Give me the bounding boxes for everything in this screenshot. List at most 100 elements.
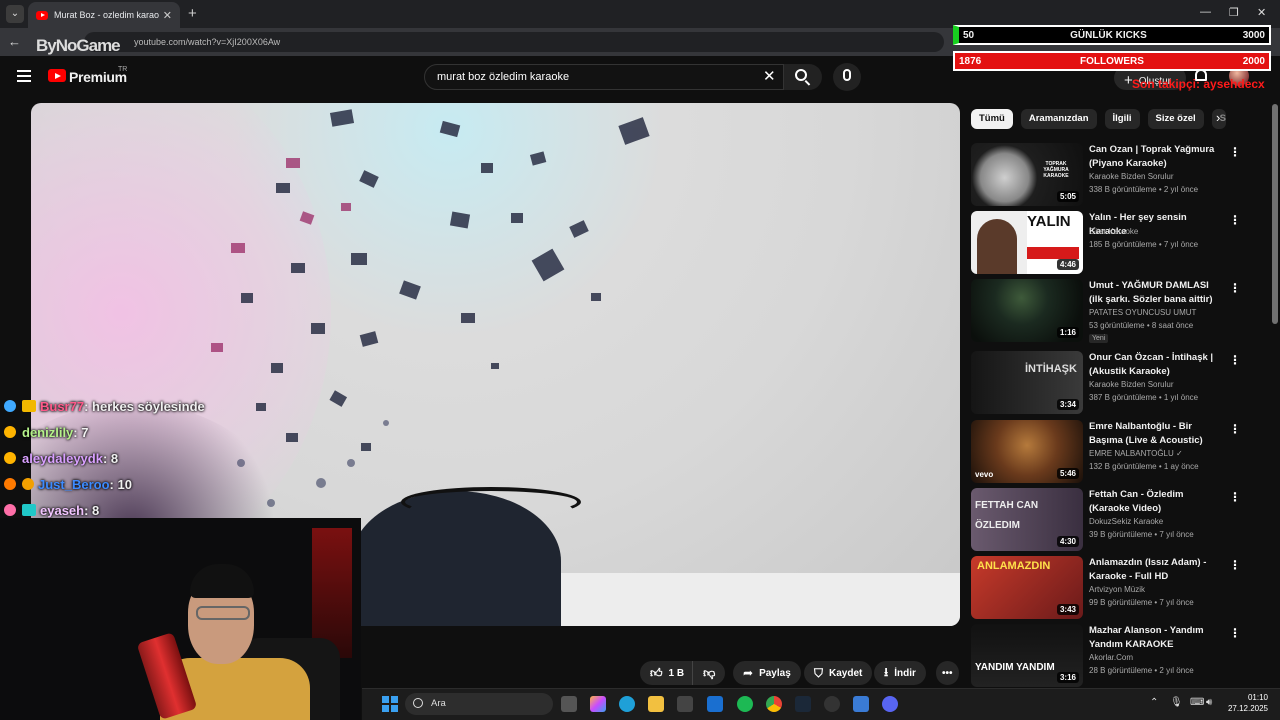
- recommendation-item[interactable]: YALIN 4:46 Yalın - Her şey sensin Karaok…: [971, 211, 1241, 275]
- chip-from-search[interactable]: Aramanızdan: [1020, 109, 1097, 129]
- thumbnail-caption: YALIN: [1027, 213, 1071, 230]
- video-title[interactable]: Mazhar Alanson - Yandım Yandım KARAOKE: [1089, 624, 1225, 651]
- tray-chevron-icon[interactable]: ⌃: [1150, 697, 1158, 708]
- tray-network-icon[interactable]: ⌨: [1190, 697, 1204, 708]
- thumbnail-caption: FETTAH CAN ÖZLEDIM: [975, 500, 1039, 531]
- app-icon[interactable]: [853, 696, 869, 712]
- last-follower-text: Son takipçi: aysehdecx: [1132, 77, 1265, 91]
- more-options-icon[interactable]: ⋮: [1229, 213, 1241, 227]
- copilot-icon[interactable]: [590, 696, 606, 712]
- page-scrollbar[interactable]: [1272, 104, 1278, 324]
- youtube-favicon-icon: [36, 10, 48, 20]
- browser-tab[interactable]: Murat Boz - ozledim karaoke - ✕: [28, 2, 180, 28]
- url-field[interactable]: youtube.com/watch?v=XjI200X06Aw: [84, 32, 944, 52]
- taskbar-clock[interactable]: 01:10 27.12.2025: [1222, 692, 1268, 714]
- new-tab-button[interactable]: +: [188, 5, 197, 22]
- video-title[interactable]: Umut - YAĞMUR DAMLASI (ilk şarkı. Sözler…: [1089, 279, 1225, 306]
- video-meta: 387 B görüntüleme • 1 yıl önce: [1089, 393, 1199, 402]
- youtube-logo-icon[interactable]: [48, 69, 66, 82]
- video-title[interactable]: Onur Can Özcan - İntihaşk | (Akustik Kar…: [1089, 351, 1225, 378]
- chip-for-you[interactable]: Size özel: [1147, 109, 1204, 129]
- channel-name[interactable]: Artvizyon Müzik: [1089, 585, 1145, 594]
- hamburger-menu-icon[interactable]: [17, 70, 31, 82]
- channel-name[interactable]: Gitar Karaoke: [1089, 227, 1138, 236]
- tab-title: Murat Boz - ozledim karaoke -: [54, 10, 159, 20]
- video-title[interactable]: Emre Nalbantoğlu - Bir Başıma (Live & Ac…: [1089, 420, 1225, 447]
- more-options-icon[interactable]: ⋮: [1229, 353, 1241, 367]
- task-view-icon[interactable]: [561, 696, 577, 712]
- video-meta: 28 B görüntüleme • 2 yıl önce: [1089, 666, 1194, 675]
- channel-name[interactable]: Akorlar.Com: [1089, 653, 1133, 662]
- chat-username: denizlily: [22, 424, 74, 440]
- channel-name[interactable]: PATATES OYUNCUSU UMUT: [1089, 308, 1196, 317]
- recommendation-item[interactable]: TOPRAK YAĞMURA KARAOKE 5:05 Can Ozan | T…: [971, 143, 1241, 207]
- video-title[interactable]: Can Ozan | Toprak Yağmura (Piyano Karaok…: [1089, 143, 1225, 170]
- channel-name[interactable]: EMRE NALBANTOĞLU ✓: [1089, 449, 1183, 458]
- recommendation-item[interactable]: İNTİHAŞK 3:34 Onur Can Özcan - İntihaşk …: [971, 351, 1241, 415]
- windows-start-icon[interactable]: [382, 696, 398, 712]
- dislike-button[interactable]: 👎︎: [692, 661, 726, 685]
- video-thumbnail[interactable]: TOPRAK YAĞMURA KARAOKE 5:05: [971, 143, 1083, 206]
- search-input[interactable]: murat boz özledim karaoke: [424, 64, 784, 90]
- video-thumbnail[interactable]: FETTAH CAN ÖZLEDIM 4:30: [971, 488, 1083, 551]
- video-thumbnail[interactable]: vevo 5:46: [971, 420, 1083, 483]
- more-options-icon[interactable]: ⋮: [1229, 145, 1241, 159]
- followers-label: FOLLOWERS: [1080, 55, 1144, 67]
- channel-name-text: EMRE NALBANTOĞLU: [1089, 449, 1174, 458]
- chat-message: eyaseh : 8: [4, 497, 205, 523]
- chevron-right-icon[interactable]: ›: [1216, 110, 1220, 125]
- file-explorer-icon[interactable]: [648, 696, 664, 712]
- discord-icon[interactable]: [882, 696, 898, 712]
- tray-mic-icon[interactable]: 🎙︎: [1170, 697, 1183, 708]
- tab-close-icon[interactable]: ✕: [163, 9, 172, 22]
- mail-icon[interactable]: [707, 696, 723, 712]
- like-button[interactable]: 👍︎ 1 B: [640, 661, 693, 685]
- video-thumbnail[interactable]: 1:16: [971, 279, 1083, 342]
- video-meta: 39 B görüntüleme • 7 yıl önce: [1089, 530, 1194, 539]
- droplet-icon: [4, 400, 16, 412]
- chip-related[interactable]: İlgili: [1104, 109, 1140, 129]
- spotify-icon[interactable]: [737, 696, 753, 712]
- recommendation-item[interactable]: ANLAMAZDIN 3:43 Anlamazdın (Issız Adam) …: [971, 556, 1241, 620]
- taskbar-search-box[interactable]: Ara: [405, 693, 553, 715]
- channel-name[interactable]: Karaoke Bizden Sorulur: [1089, 380, 1174, 389]
- video-title[interactable]: Fettah Can - Özledim (Karaoke Video): [1089, 488, 1225, 515]
- video-thumbnail[interactable]: YANDIM YANDIM 3:16: [971, 624, 1083, 687]
- video-thumbnail[interactable]: ANLAMAZDIN 3:43: [971, 556, 1083, 619]
- recommendation-item[interactable]: FETTAH CAN ÖZLEDIM 4:30 Fettah Can - Özl…: [971, 488, 1241, 552]
- more-options-icon[interactable]: ⋮: [1229, 626, 1241, 640]
- more-options-icon[interactable]: ⋮: [1229, 281, 1241, 295]
- store-icon[interactable]: [677, 696, 693, 712]
- followers-goal: 2000: [1242, 55, 1265, 67]
- back-arrow-icon[interactable]: ←: [8, 34, 21, 49]
- video-title[interactable]: Anlamazdın (Issız Adam) - Karaoke - Full…: [1089, 556, 1225, 583]
- clear-search-icon[interactable]: ✕: [763, 67, 776, 85]
- obs-icon[interactable]: [824, 696, 840, 712]
- save-button[interactable]: ⛉ Kaydet: [804, 661, 873, 685]
- more-options-icon[interactable]: ⋮: [1229, 422, 1241, 436]
- channel-name[interactable]: DokuzSekiz Karaoke: [1089, 517, 1163, 526]
- recommendation-item[interactable]: 1:16 Umut - YAĞMUR DAMLASI (ilk şarkı. S…: [971, 279, 1241, 343]
- more-actions-button[interactable]: •••: [936, 661, 959, 685]
- more-options-icon[interactable]: ⋮: [1229, 558, 1241, 572]
- video-thumbnail[interactable]: YALIN 4:46: [971, 211, 1083, 274]
- recommendation-item[interactable]: vevo 5:46 Emre Nalbantoğlu - Bir Başıma …: [971, 420, 1241, 484]
- share-button[interactable]: ➦ Paylaş: [733, 661, 801, 685]
- thumbnail-person: [977, 219, 1017, 274]
- restore-icon[interactable]: ❐: [1229, 6, 1239, 19]
- recommendation-item[interactable]: YANDIM YANDIM 3:16 Mazhar Alanson - Yand…: [971, 624, 1241, 688]
- channel-name[interactable]: Karaoke Bizden Sorulur: [1089, 172, 1174, 181]
- steam-icon[interactable]: [795, 696, 811, 712]
- minimize-icon[interactable]: —: [1200, 6, 1211, 18]
- chrome-icon[interactable]: [766, 696, 782, 712]
- window-close-icon[interactable]: ✕: [1257, 6, 1266, 19]
- edge-icon[interactable]: [619, 696, 635, 712]
- chip-all[interactable]: Tümü: [971, 109, 1013, 129]
- bookmark-icon: ⛉: [814, 665, 824, 680]
- tab-list-chevron-icon[interactable]: ⌄: [6, 5, 24, 23]
- video-thumbnail[interactable]: İNTİHAŞK 3:34: [971, 351, 1083, 414]
- download-button[interactable]: ⭳ İndir: [874, 661, 926, 685]
- more-options-icon[interactable]: ⋮: [1229, 490, 1241, 504]
- hand-badge-icon: [4, 452, 16, 464]
- tray-volume-icon[interactable]: 🔊︎: [1206, 697, 1212, 708]
